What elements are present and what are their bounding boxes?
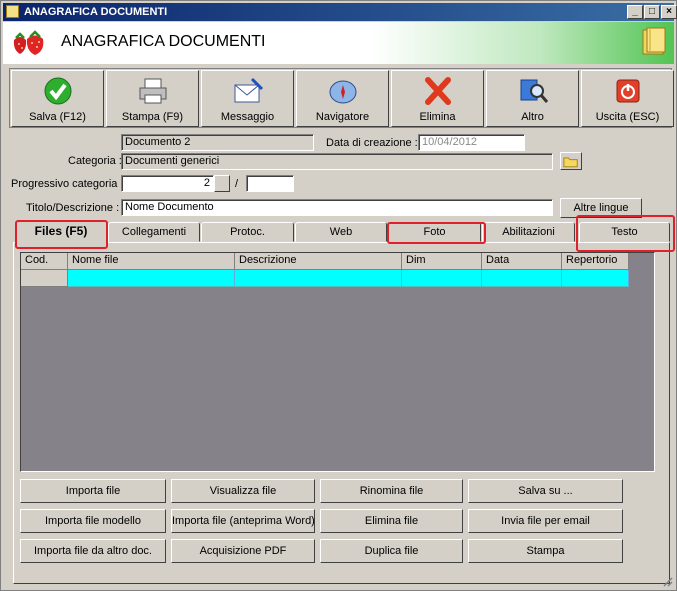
more-button[interactable]: Altro — [486, 70, 579, 127]
check-icon — [44, 77, 72, 105]
column-header-nome-file[interactable]: Nome file — [68, 253, 235, 270]
title-description-label: Titolo/Descrizione : — [26, 202, 120, 214]
save-button[interactable]: Salva (F12) — [11, 70, 104, 127]
progressive-number-field[interactable]: 2 — [121, 175, 214, 192]
category-label: Categoria : — [68, 155, 122, 167]
progressive-suffix-field[interactable] — [246, 175, 294, 192]
book-icon — [642, 27, 666, 55]
more-button-label: Altro — [521, 111, 544, 123]
exit-button-label: Uscita (ESC) — [595, 111, 660, 123]
table-cell-nome-file[interactable] — [68, 270, 235, 287]
save-button-label: Salva (F12) — [29, 111, 86, 123]
window-title: ANAGRAFICA DOCUMENTI — [24, 6, 168, 18]
save-to-button[interactable]: Salva su ... — [468, 479, 623, 503]
email-file-button[interactable]: Invia file per email — [468, 509, 623, 533]
print-file-button[interactable]: Stampa — [468, 539, 623, 563]
category-field[interactable]: Documenti generici — [121, 153, 553, 170]
import-file-other-doc-button[interactable]: Importa file da altro doc. — [20, 539, 166, 563]
compass-icon — [329, 80, 357, 104]
folder-icon — [563, 157, 578, 168]
delete-button[interactable]: Elimina — [391, 70, 484, 127]
resize-grip-icon[interactable] — [661, 575, 673, 587]
tab-web[interactable]: Web — [295, 222, 387, 242]
exit-button[interactable]: Uscita (ESC) — [581, 70, 674, 127]
delete-button-label: Elimina — [419, 111, 456, 123]
highlight-testo-tab — [576, 215, 675, 252]
navigator-button-label: Navigatore — [315, 111, 370, 123]
banner-title: ANAGRAFICA DOCUMENTI — [61, 33, 266, 50]
progressive-separator: / — [235, 178, 239, 190]
document-registry-window: ANAGRAFICA DOCUMENTI _ □ × ANAGRAFICA DO… — [0, 0, 677, 591]
search-icon — [520, 79, 549, 103]
title-description-field[interactable]: Nome Documento — [121, 199, 553, 216]
printer-icon — [139, 78, 167, 104]
table-cell-dim[interactable] — [402, 270, 482, 287]
column-header-data[interactable]: Data — [482, 253, 562, 270]
tab-abilitazioni[interactable]: Abilitazioni — [482, 222, 575, 242]
print-button-label: Stampa (F9) — [121, 111, 184, 123]
rename-file-button[interactable]: Rinomina file — [320, 479, 463, 503]
table-row[interactable] — [21, 270, 629, 287]
envelope-icon — [234, 77, 264, 103]
grid-header: Cod. Nome file Descrizione Dim Data Repe… — [21, 253, 629, 270]
duplicate-file-button[interactable]: Duplica file — [320, 539, 463, 563]
delete-file-button[interactable]: Elimina file — [320, 509, 463, 533]
message-button[interactable]: Messaggio — [201, 70, 294, 127]
pdf-acquisition-button[interactable]: Acquisizione PDF — [171, 539, 315, 563]
progressive-spin-button[interactable] — [214, 175, 230, 192]
navigator-button[interactable]: Navigatore — [296, 70, 389, 127]
column-header-descrizione[interactable]: Descrizione — [235, 253, 402, 270]
strawberries-icon — [13, 30, 44, 55]
print-button[interactable]: Stampa (F9) — [106, 70, 199, 127]
table-cell-descrizione[interactable] — [235, 270, 402, 287]
table-cell-data[interactable] — [482, 270, 562, 287]
view-file-button[interactable]: Visualizza file — [171, 479, 315, 503]
message-button-label: Messaggio — [220, 111, 275, 123]
files-grid[interactable]: Cod. Nome file Descrizione Dim Data Repe… — [20, 252, 655, 472]
table-cell-repertorio[interactable] — [562, 270, 629, 287]
delete-x-icon — [425, 77, 451, 105]
highlight-files-tab — [15, 220, 108, 249]
import-file-word-preview-button[interactable]: Importa file (anteprima Word) — [171, 509, 315, 533]
header-banner: ANAGRAFICA DOCUMENTI — [3, 22, 674, 64]
column-header-cod[interactable]: Cod. — [21, 253, 68, 270]
app-icon — [6, 5, 19, 18]
column-header-repertorio[interactable]: Repertorio — [562, 253, 629, 270]
creation-date-field[interactable]: 10/04/2012 — [418, 134, 525, 151]
category-folder-button[interactable] — [560, 152, 582, 170]
creation-date-label: Data di creazione : — [326, 137, 418, 149]
tab-collegamenti[interactable]: Collegamenti — [108, 222, 200, 242]
document-name-field: Documento 2 — [121, 134, 314, 151]
main-toolbar: Salva (F12) Stampa (F9) Messaggio Naviga… — [9, 68, 674, 128]
import-file-button[interactable]: Importa file — [20, 479, 166, 503]
maximize-button[interactable]: □ — [644, 5, 660, 19]
row-indicator[interactable] — [21, 270, 68, 287]
tab-protoc[interactable]: Protoc. — [201, 222, 294, 242]
minimize-button[interactable]: _ — [627, 5, 643, 19]
title-bar: ANAGRAFICA DOCUMENTI _ □ × — [3, 3, 677, 21]
column-header-dim[interactable]: Dim — [402, 253, 482, 270]
power-icon — [616, 79, 640, 103]
highlight-foto-tab — [387, 222, 486, 244]
import-template-file-button[interactable]: Importa file modello — [20, 509, 166, 533]
close-button[interactable]: × — [661, 5, 677, 19]
progressive-category-label: Progressivo categoria : — [11, 178, 124, 190]
